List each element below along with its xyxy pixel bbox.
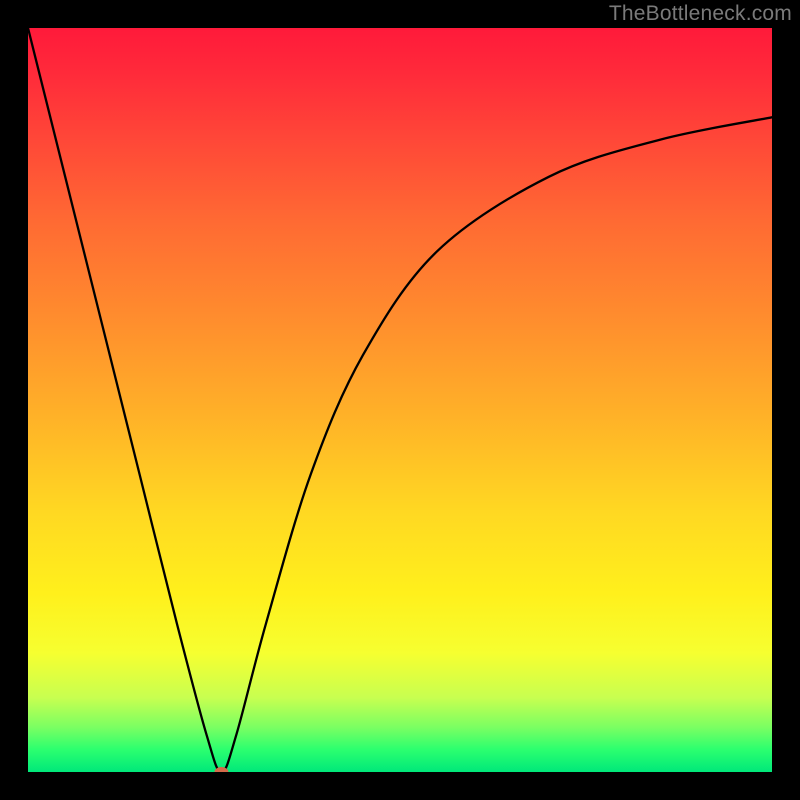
chart-frame	[28, 28, 772, 772]
gradient-background	[28, 28, 772, 772]
watermark-text: TheBottleneck.com	[609, 2, 792, 26]
